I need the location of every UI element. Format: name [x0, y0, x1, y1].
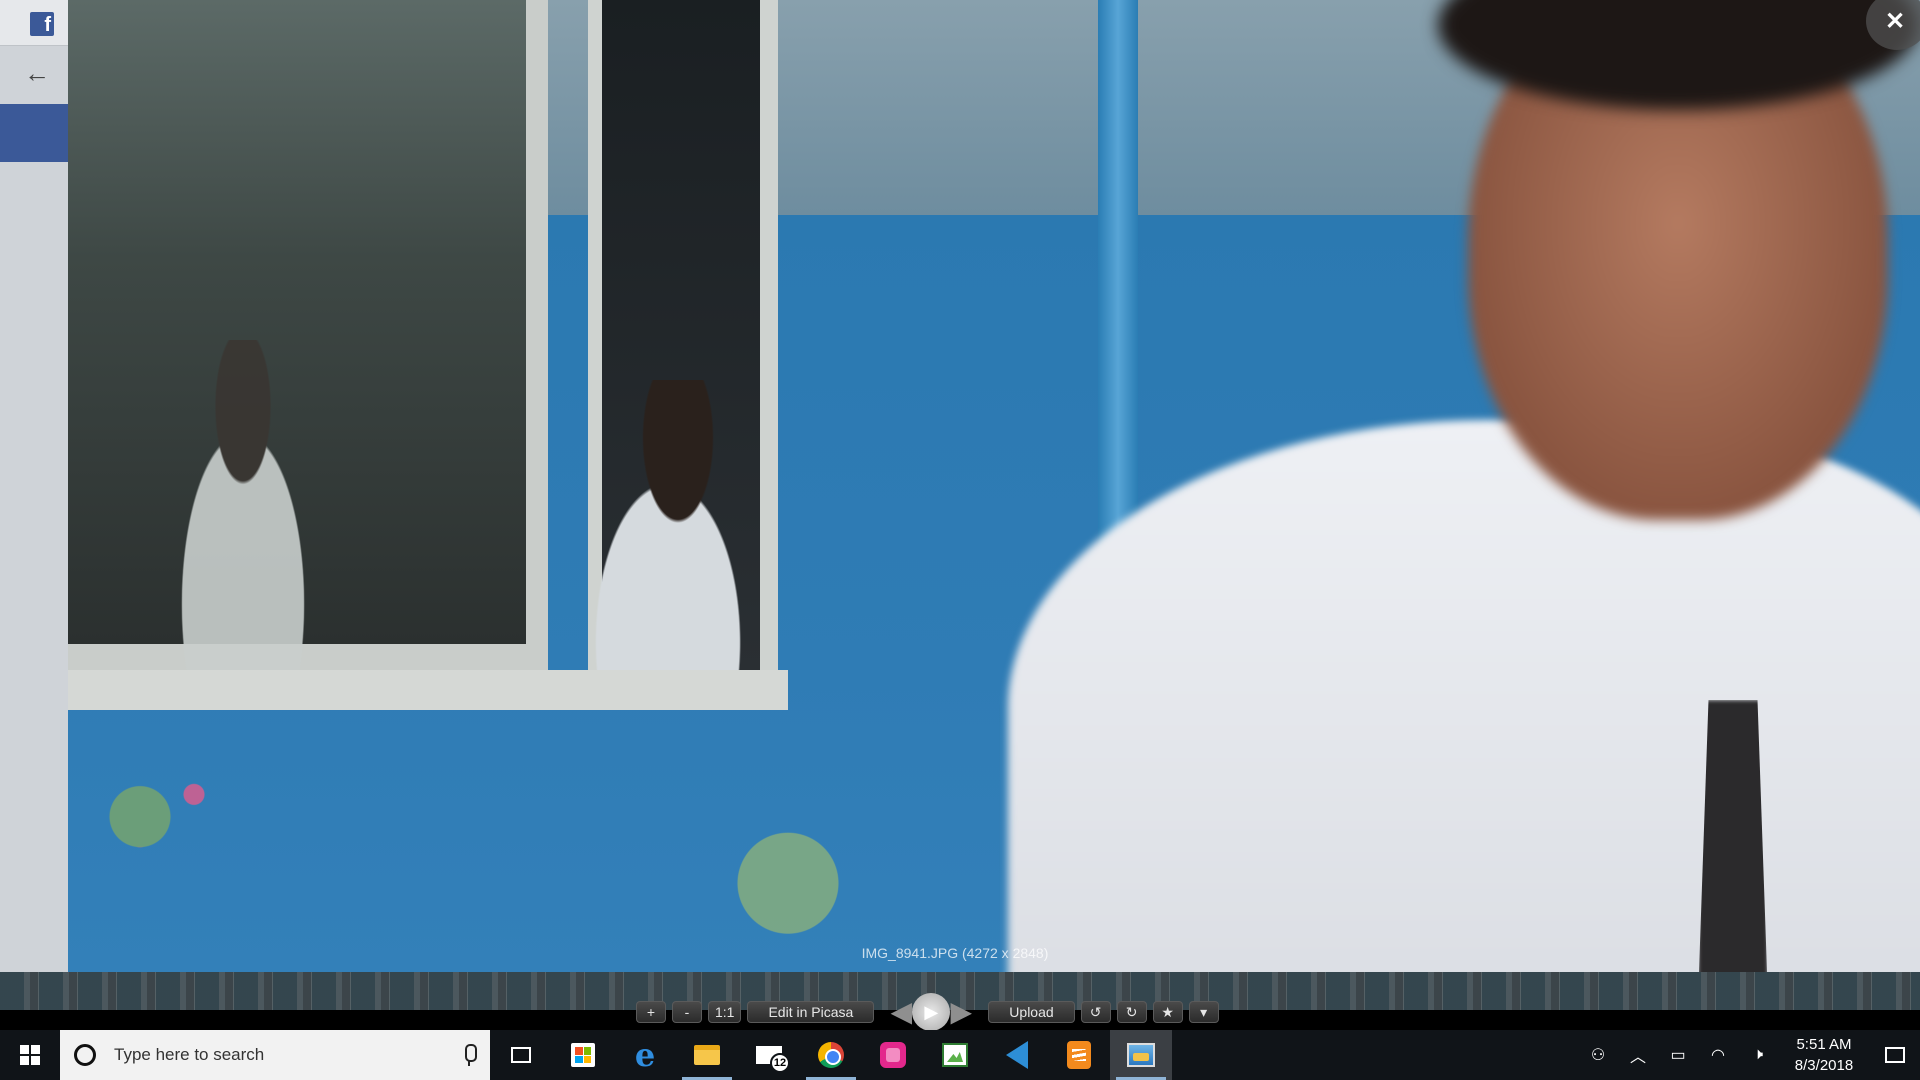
pink-app-button[interactable]: [862, 1030, 924, 1080]
photo-foreground-person: [1008, 0, 1920, 972]
sublime-icon: [1067, 1041, 1091, 1069]
clock-time: 5:51 AM: [1796, 1036, 1852, 1053]
chrome-button[interactable]: [800, 1030, 862, 1080]
battery-icon[interactable]: ▭: [1658, 1030, 1698, 1080]
close-icon: ✕: [1884, 8, 1906, 35]
clock[interactable]: 5:51 AM 8/3/2018: [1784, 1034, 1864, 1076]
picasa-edit-icon: [942, 1043, 968, 1067]
picasa-edit-button[interactable]: [924, 1030, 986, 1080]
mail-badge: 12: [770, 1053, 790, 1073]
zoom-in-button[interactable]: +: [636, 1001, 666, 1023]
volume-muted-icon[interactable]: 🕨: [1738, 1030, 1778, 1080]
more-dropdown-icon[interactable]: ▾: [1188, 1001, 1219, 1023]
pink-app-icon: [880, 1042, 906, 1068]
edit-in-picasa-button[interactable]: Edit in Picasa: [747, 1001, 875, 1023]
taskbar-search-box[interactable]: Type here to search: [60, 1030, 490, 1080]
photo-window-sill: [68, 670, 788, 710]
store-icon: [571, 1043, 595, 1067]
clock-date: 8/3/2018: [1794, 1057, 1854, 1074]
photo-person-window: [588, 380, 788, 700]
vscode-icon: [1006, 1041, 1028, 1069]
task-view-button[interactable]: [490, 1030, 552, 1080]
viewer-toolbar: + - 1:1 Edit in Picasa ◀ ▶ ▶ Upload ↺ ↻ …: [636, 993, 1219, 1031]
action-center-button[interactable]: [1870, 1030, 1920, 1080]
task-view-icon: [511, 1047, 531, 1063]
chrome-icon: [818, 1042, 844, 1068]
chevron-up-icon[interactable]: ︿: [1618, 1030, 1658, 1080]
image-caption: IMG_8941.JPG (4272 x 2848): [0, 945, 1920, 961]
file-explorer-icon: [694, 1045, 720, 1065]
file-explorer-button[interactable]: [676, 1030, 738, 1080]
vscode-button[interactable]: [986, 1030, 1048, 1080]
sublime-button[interactable]: [1048, 1030, 1110, 1080]
photo-shirt: [1008, 420, 1920, 972]
photo-flowers: [68, 750, 968, 972]
photo-tie: [1698, 700, 1768, 972]
search-placeholder: Type here to search: [114, 1045, 265, 1064]
wifi-icon[interactable]: ◠: [1698, 1030, 1738, 1080]
system-tray: ⚇ ︿ ▭ ◠ 🕨 5:51 AM 8/3/2018: [1578, 1030, 1920, 1080]
next-arrow-icon[interactable]: ▶: [946, 997, 976, 1027]
edge-icon: e: [634, 1036, 656, 1074]
star-icon[interactable]: ★: [1152, 1001, 1183, 1023]
zoom-out-button[interactable]: -: [672, 1001, 702, 1023]
nav-controls: ◀ ▶ ▶: [886, 993, 976, 1031]
cortana-icon: [74, 1044, 96, 1066]
windows-start-icon: [20, 1045, 40, 1065]
image-filename: IMG_8941.JPG (4272 x 2848): [861, 945, 1049, 961]
photo-viewer-button[interactable]: [1110, 1030, 1172, 1080]
play-slideshow-button[interactable]: ▶: [912, 993, 951, 1031]
notification-icon: [1885, 1047, 1905, 1063]
taskbar: Type here to search e 12 ⚇ ︿ ▭ ◠ 🕨 5:51 …: [0, 1030, 1920, 1080]
store-button[interactable]: [552, 1030, 614, 1080]
photo-viewer: IMG_8941.JPG (4272 x 2848) ✕: [0, 0, 1920, 972]
upload-button[interactable]: Upload: [988, 1001, 1075, 1023]
photo-person-left: [148, 340, 338, 670]
rotate-right-icon[interactable]: ↻: [1116, 1001, 1147, 1023]
microphone-icon[interactable]: [462, 1044, 477, 1066]
edge-button[interactable]: e: [614, 1030, 676, 1080]
people-icon[interactable]: ⚇: [1578, 1030, 1618, 1080]
rotate-left-icon[interactable]: ↺: [1080, 1001, 1111, 1023]
taskbar-apps: e 12: [490, 1030, 1172, 1080]
photo-viewer-icon: [1127, 1043, 1155, 1067]
start-button[interactable]: [0, 1030, 60, 1080]
photo[interactable]: [68, 0, 1920, 972]
actual-size-button[interactable]: 1:1: [708, 1001, 742, 1023]
mail-button[interactable]: 12: [738, 1030, 800, 1080]
